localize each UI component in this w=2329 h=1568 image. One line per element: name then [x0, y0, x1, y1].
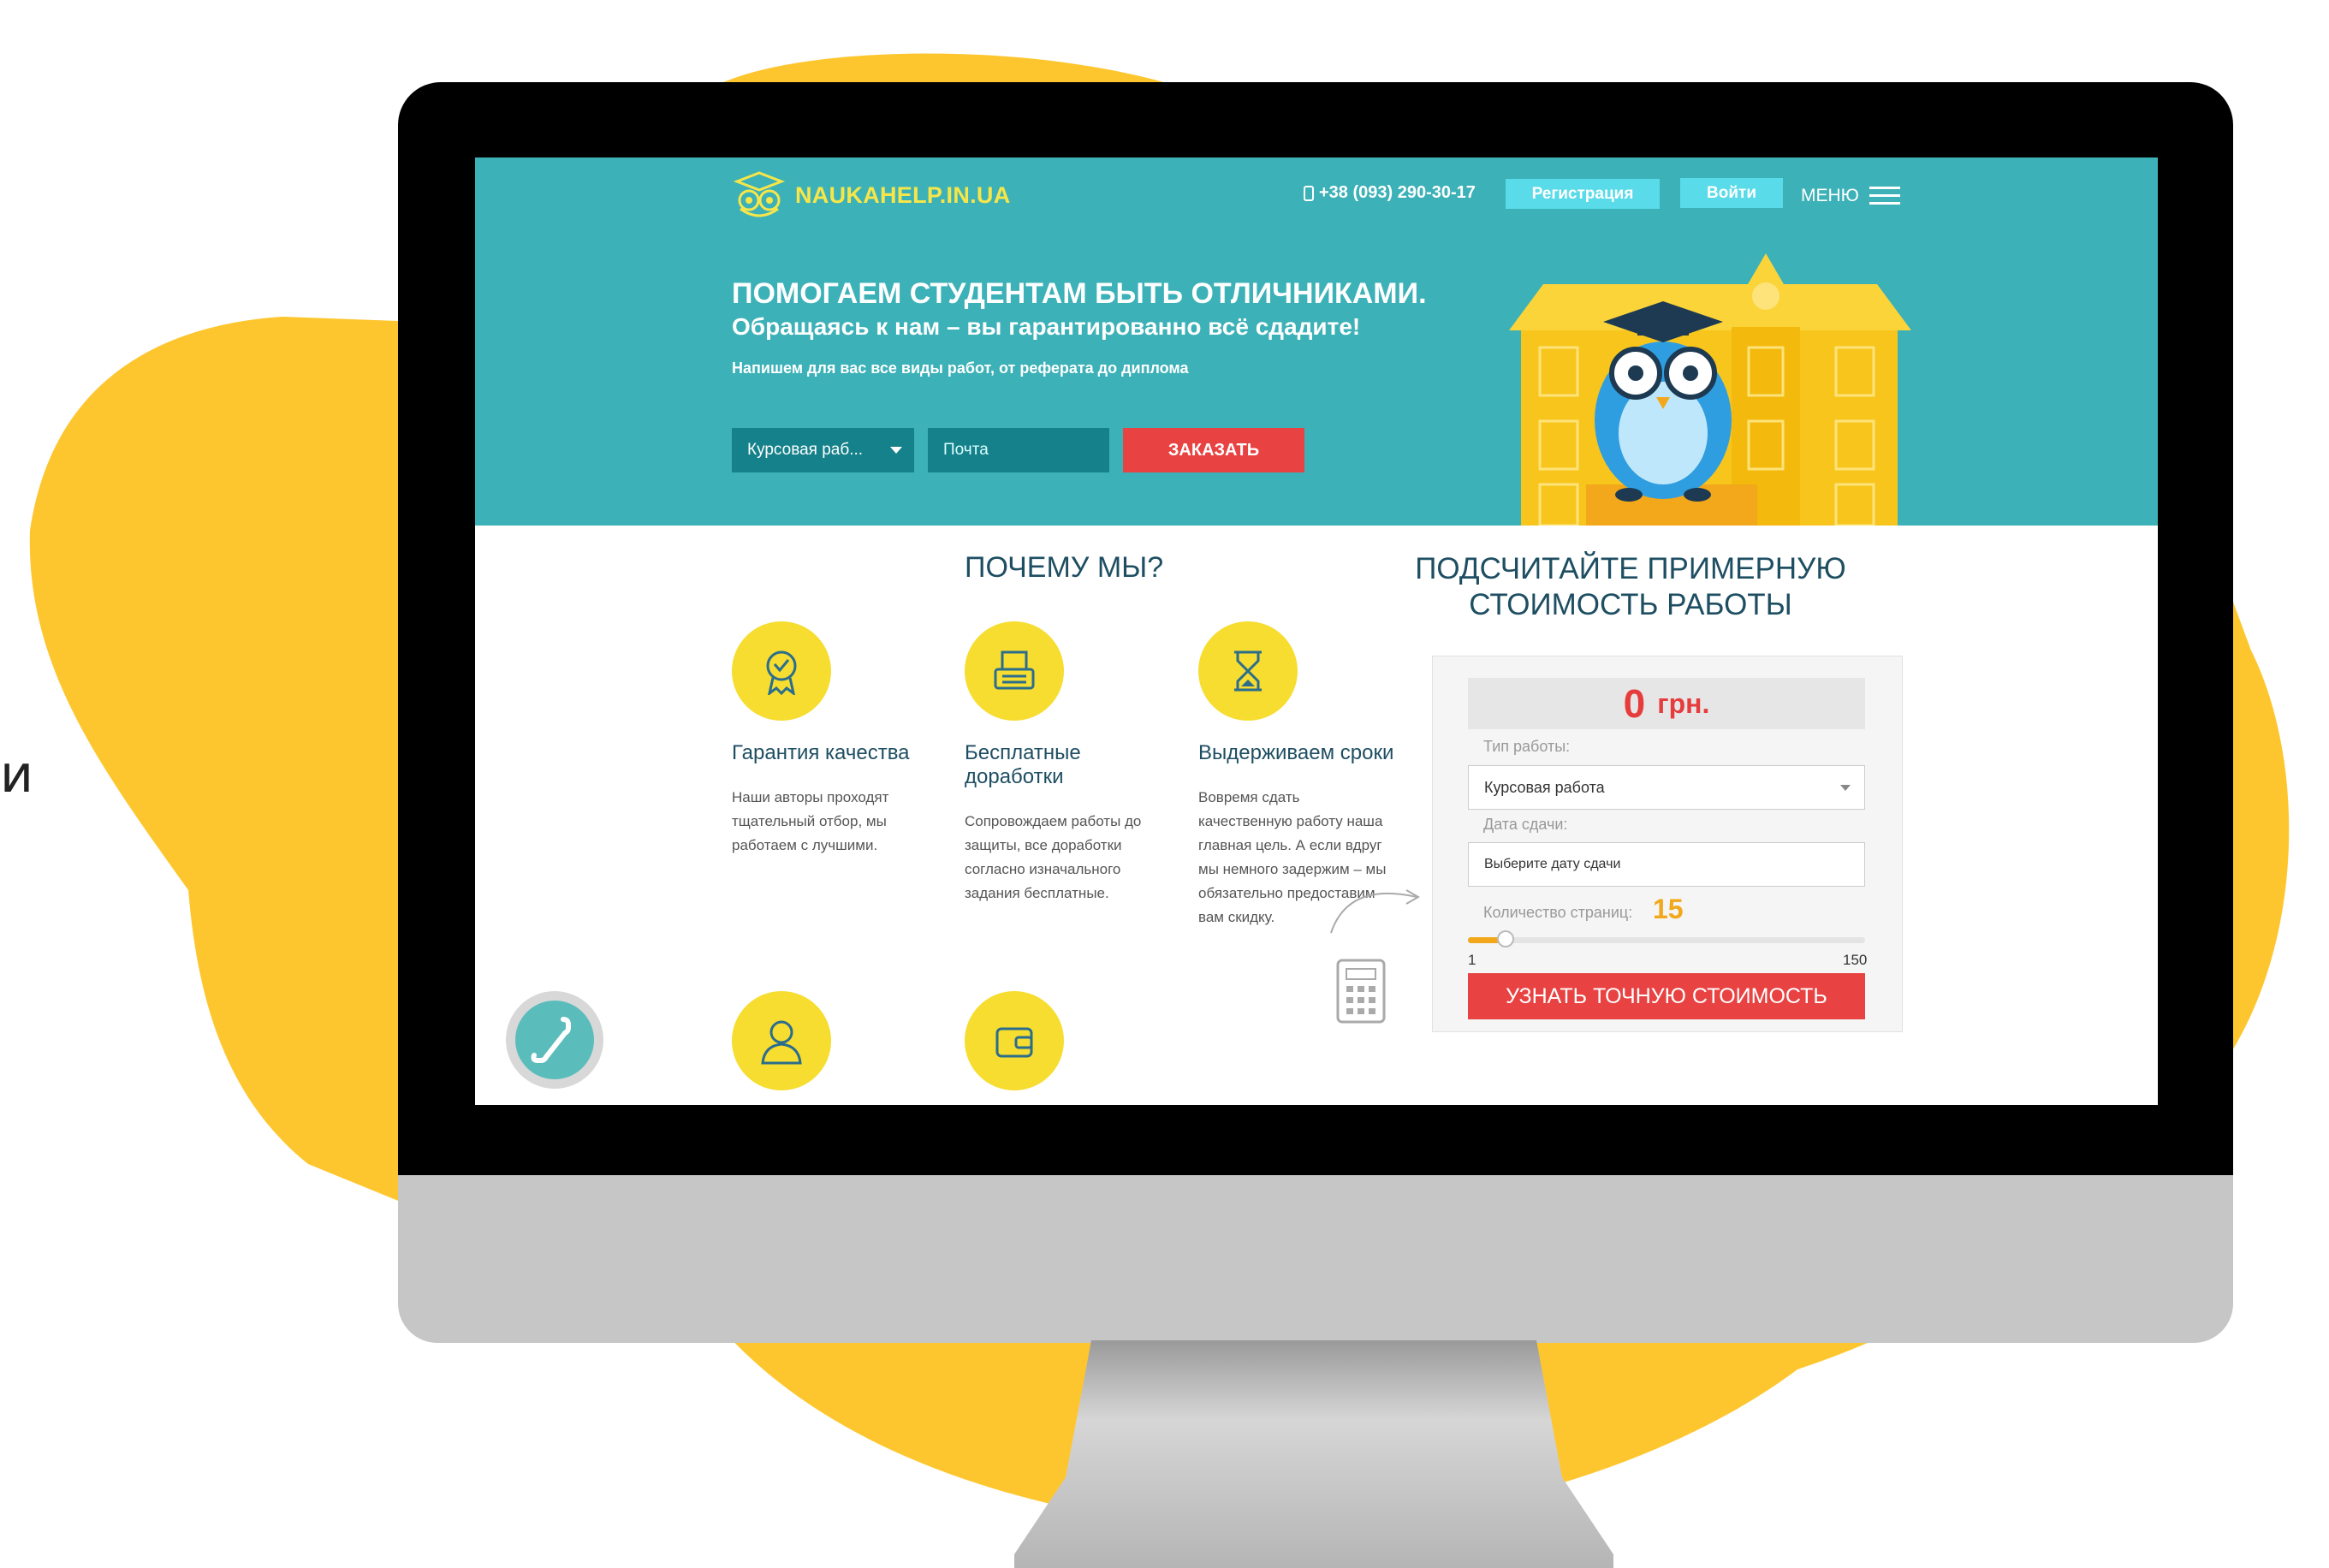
logo-text: NAUKAHELP.IN.UA: [795, 181, 1011, 208]
hero-tagline: Напишем для вас все виды работ, от рефер…: [732, 359, 1189, 377]
pages-min: 1: [1468, 952, 1476, 968]
quality-feature-circle: [732, 621, 831, 721]
calc-work-type-select[interactable]: Курсовая работа: [1468, 765, 1865, 810]
typewriter-icon: [994, 650, 1035, 690]
hamburger-icon: [1869, 181, 1900, 210]
exact-price-button[interactable]: УЗНАТЬ ТОЧНУЮ СТОИМОСТЬ: [1468, 973, 1865, 1019]
payment-feature-circle: [965, 991, 1064, 1090]
hourglass-icon: [1234, 650, 1262, 692]
authors-feature-circle: [732, 991, 831, 1090]
pages-label: Количество страниц:: [1483, 904, 1633, 921]
certificate-icon: [766, 650, 797, 695]
phone-icon: [531, 1017, 571, 1063]
feature-title: Выдерживаем сроки: [1198, 741, 1394, 764]
price-display: 0 грн.: [1468, 678, 1865, 729]
login-button[interactable]: Войти: [1680, 178, 1783, 208]
hero-subheadline: Обращаясь к нам – вы гарантированно всё …: [732, 313, 1361, 340]
phone-number: +38 (093) 290-30-17: [1319, 183, 1476, 202]
calc-work-type-value: Курсовая работа: [1484, 778, 1605, 796]
due-date-label: Дата сдачи:: [1483, 816, 1568, 833]
calculator-doodle-icon: [1330, 889, 1421, 1024]
feature-text: Сопровождаем работы до защиты, все дораб…: [965, 813, 1142, 901]
mobile-phone-icon: [1304, 185, 1314, 201]
price-unit: грн.: [1657, 687, 1710, 719]
owl-logo-icon: [733, 171, 786, 217]
email-field[interactable]: Почта: [928, 428, 1109, 472]
callback-widget-inner: [515, 1001, 594, 1079]
pages-slider[interactable]: [1468, 930, 1865, 947]
pages-max: 150: [1843, 952, 1868, 968]
pages-slider-handle[interactable]: [1496, 930, 1514, 947]
hero-headline: ПОМОГАЕМ СТУДЕНТАМ БЫТЬ ОТЛИЧНИКАМИ.: [732, 277, 1427, 310]
revisions-feature-circle: [965, 621, 1064, 721]
register-button[interactable]: Регистрация: [1506, 179, 1660, 209]
work-type-value: Курсовая раб...: [747, 441, 864, 459]
monitor-stand: [1014, 1340, 1613, 1568]
menu-label: МЕНЮ: [1801, 185, 1859, 205]
callback-widget[interactable]: [506, 991, 603, 1089]
feature-text: Наши авторы проходят тщательный отбор, м…: [732, 789, 889, 853]
calculator-title: ПОДСЧИТАЙТЕ ПРИМЕРНУЮ СТОИМОСТЬ РАБОТЫ: [1415, 552, 1846, 621]
feature-title: Гарантия качества: [732, 741, 910, 764]
user-icon: [761, 1020, 802, 1065]
feature-title: Бесплатные доработки: [965, 741, 1081, 788]
monitor-chin: [398, 1175, 2233, 1343]
hero-section: NAUKAHELP.IN.UA +38 (093) 290-30-17 Реги…: [475, 157, 2158, 526]
order-button[interactable]: ЗАКАЗАТЬ: [1123, 428, 1304, 472]
price-value: 0: [1623, 681, 1646, 726]
edge-text: и: [0, 745, 33, 805]
why-us-title: ПОЧЕМУ МЫ?: [965, 551, 1164, 584]
chevron-down-icon: [1840, 785, 1851, 791]
website-screen: NAUKAHELP.IN.UA +38 (093) 290-30-17 Реги…: [475, 157, 2158, 1105]
header-phone[interactable]: +38 (093) 290-30-17: [1304, 183, 1476, 203]
owl-house-illustration: [1509, 253, 1911, 526]
chevron-down-icon: [890, 447, 902, 454]
work-type-label: Тип работы:: [1483, 738, 1571, 755]
due-date-input[interactable]: Выберите дату сдачи: [1468, 842, 1865, 887]
pages-value: 15: [1653, 894, 1684, 924]
deadlines-feature-circle: [1198, 621, 1298, 721]
wallet-icon: [995, 1027, 1033, 1058]
menu-button[interactable]: МЕНЮ: [1801, 181, 1900, 210]
work-type-select[interactable]: Курсовая раб...: [732, 428, 914, 472]
site-logo[interactable]: NAUKAHELP.IN.UA: [732, 169, 1011, 221]
